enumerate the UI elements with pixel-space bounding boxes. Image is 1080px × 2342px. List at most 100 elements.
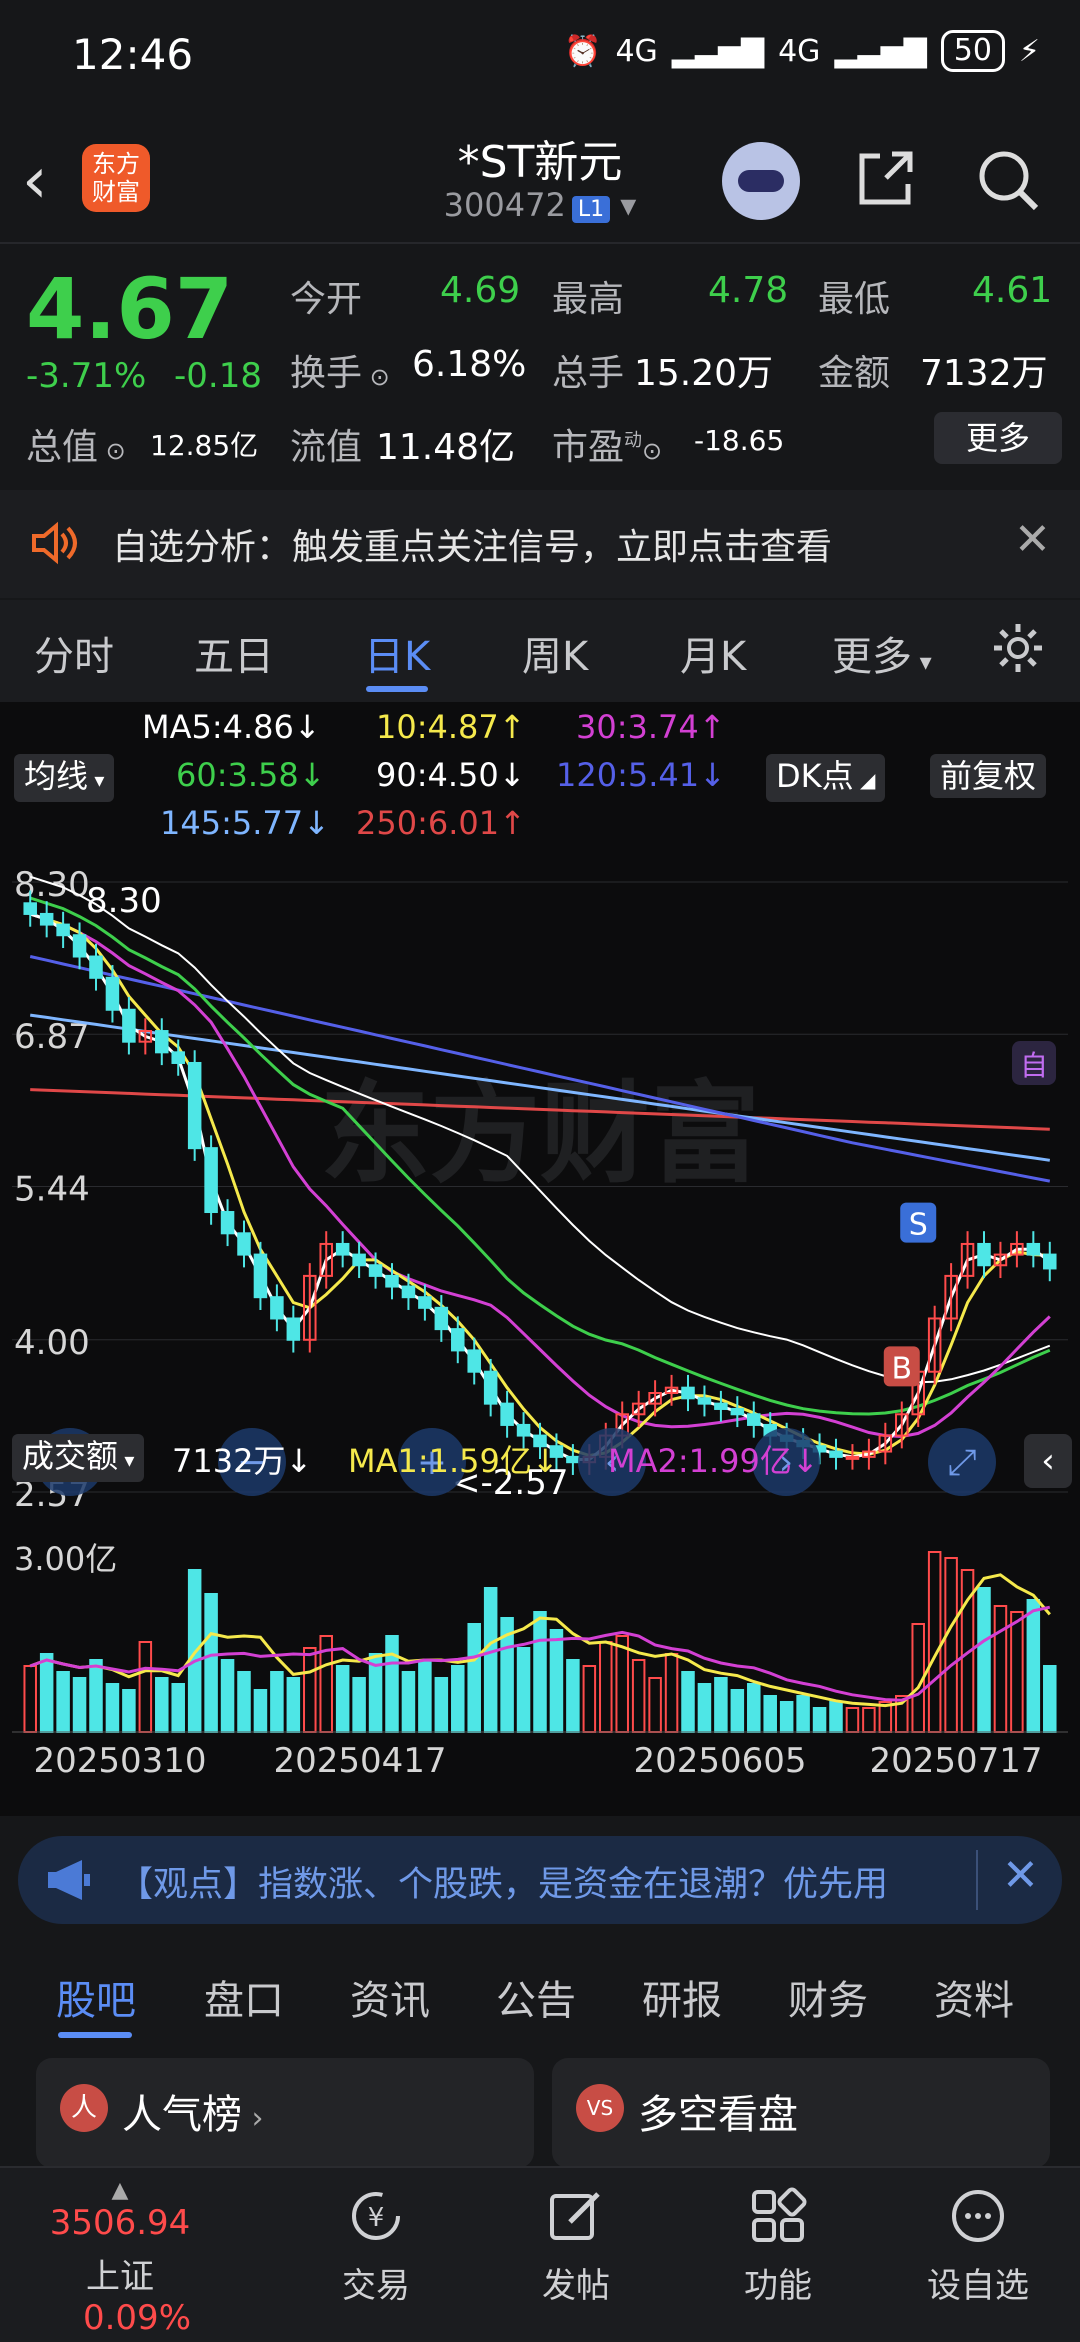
volume-bar: [483, 1587, 498, 1733]
kline-chart[interactable]: 8.306.875.444.002.57东方财富8.30<-2.57SB自«−+…: [0, 852, 1080, 1812]
candle: [155, 1030, 169, 1054]
long-short-card[interactable]: VS 多空看盘: [552, 2058, 1050, 2168]
candle: [39, 912, 54, 926]
candle: [418, 1296, 432, 1309]
nav-trade[interactable]: ¥ 交易: [306, 2168, 446, 2307]
ma-select[interactable]: 均线 ▾: [14, 754, 115, 802]
volume-bar: [697, 1683, 712, 1733]
share-icon[interactable]: [856, 148, 916, 208]
date-tick-label: 20250605: [633, 1741, 806, 1781]
nav-functions[interactable]: 功能: [708, 2168, 848, 2307]
tab-monthly-k[interactable]: 月K: [680, 624, 746, 682]
adjust-button[interactable]: 前复权: [930, 754, 1047, 798]
tab-research[interactable]: 研报: [642, 1968, 722, 2026]
volume-bar: [615, 1635, 629, 1733]
candle: [270, 1296, 284, 1320]
high-marker: 8.30: [86, 881, 162, 921]
volume-bar: [516, 1647, 531, 1733]
tab-weekly-k[interactable]: 周K: [522, 624, 588, 682]
stock-name: *ST新元: [457, 137, 623, 188]
tab-pankou[interactable]: 盘口: [204, 1968, 284, 2026]
candle: [352, 1253, 366, 1267]
nav-post[interactable]: 发帖: [506, 2168, 646, 2307]
close-icon[interactable]: ✕: [1014, 514, 1051, 565]
close-icon[interactable]: ✕: [1002, 1850, 1039, 1901]
candle: [500, 1402, 514, 1426]
volume-bar: [1043, 1665, 1057, 1733]
signal-b-label: B: [891, 1351, 912, 1386]
total-value: 12.85亿: [150, 429, 259, 462]
tab-more[interactable]: 更多 ▾: [832, 624, 932, 682]
stock-code-row[interactable]: 300472 L1 ▾: [0, 186, 1080, 224]
tab-announcements[interactable]: 公告: [496, 1968, 576, 2026]
index-widget[interactable]: ▲ 3506.94 上证0.09%: [20, 2178, 220, 2338]
analysis-notice[interactable]: 自选分析：触发重点关注信号，立即点击查看 ✕: [0, 490, 1080, 598]
kline-chart-panel: MA5:4.86↓ 10:4.87↑ 30:3.74↑ 均线 ▾ 60:3.58…: [0, 702, 1080, 1816]
pe-label: 市盈动⊙: [552, 427, 663, 468]
volume-bar: [72, 1677, 87, 1733]
tab-intraday[interactable]: 分时: [34, 624, 114, 682]
network-4g-1: 4G: [615, 33, 658, 69]
candle: [467, 1349, 481, 1373]
alarm-icon: ⏰: [564, 33, 602, 69]
tab-five-day[interactable]: 五日: [194, 624, 274, 682]
volume-tick-label: 3.00亿: [14, 1540, 117, 1578]
collapse-icon[interactable]: ‹: [1024, 1434, 1072, 1488]
volume-legend: 7132万↓: [172, 1442, 313, 1480]
volume-bar: [303, 1647, 317, 1733]
candle: [368, 1264, 383, 1277]
volume-bar: [286, 1677, 301, 1733]
candle: [385, 1274, 399, 1288]
open-label: 今开: [290, 279, 363, 320]
volume-bar: [220, 1659, 235, 1733]
more-button[interactable]: 更多: [934, 412, 1062, 464]
popularity-card[interactable]: 人 人气榜 ›: [36, 2058, 534, 2168]
megaphone-icon: [48, 1860, 90, 1900]
news-banner[interactable]: 【观点】指数涨、个股跌，是资金在退潮？优先用 ✕: [18, 1836, 1062, 1924]
nav-add-watchlist[interactable]: 设自选: [908, 2168, 1048, 2307]
change-amount: -0.18: [174, 356, 262, 396]
price-tick-label: 4.00: [14, 1323, 90, 1363]
battery-icon: 50: [940, 30, 1005, 72]
candle: [253, 1253, 268, 1299]
volume-bar: [105, 1683, 120, 1733]
card-title: 多空看盘: [638, 2092, 798, 2138]
tab-profile[interactable]: 资料: [934, 1968, 1014, 2026]
tab-guba[interactable]: 股吧: [56, 1968, 136, 2026]
volume-bar: [549, 1629, 564, 1733]
trade-icon: ¥: [352, 2192, 400, 2240]
card-title: 人气榜 ›: [122, 2092, 264, 2138]
candle: [105, 976, 120, 1011]
volume-bar: [171, 1683, 185, 1733]
volume-bar: [138, 1641, 153, 1733]
ai-assistant-icon[interactable]: [722, 142, 800, 220]
volume-bar: [335, 1665, 350, 1733]
dk-button[interactable]: DK点 ◢: [766, 754, 886, 802]
volume-select[interactable]: 成交额 ▾: [12, 1434, 145, 1482]
active-tab-indicator: [366, 686, 428, 692]
candle: [89, 955, 103, 979]
volume-bar: [204, 1593, 218, 1733]
volume-bar: [56, 1671, 70, 1733]
candle: [286, 1317, 301, 1341]
tab-daily-k[interactable]: 日K: [364, 624, 430, 682]
ma90-legend: 90:4.50↓: [376, 756, 526, 794]
candle: [566, 1455, 580, 1464]
ma145-legend: 145:5.77↓: [160, 804, 330, 842]
volume-bar: [631, 1659, 646, 1733]
volume-bar: [122, 1689, 136, 1733]
volume-bar: [418, 1659, 432, 1733]
candle: [697, 1397, 712, 1405]
network-4g-2: 4G: [778, 33, 821, 69]
price-tick-label: 5.44: [14, 1169, 90, 1209]
tab-news[interactable]: 资讯: [350, 1968, 430, 2026]
search-icon[interactable]: [976, 148, 1040, 212]
high-value: 4.78: [708, 270, 789, 311]
volume-bar: [829, 1701, 843, 1733]
gear-icon[interactable]: [990, 620, 1046, 676]
volume-bar: [977, 1587, 991, 1733]
ma30-legend: 30:3.74↑: [576, 708, 726, 746]
open-value: 4.69: [440, 270, 521, 311]
tab-finance[interactable]: 财务: [788, 1968, 868, 2026]
volume-bar: [763, 1695, 777, 1733]
